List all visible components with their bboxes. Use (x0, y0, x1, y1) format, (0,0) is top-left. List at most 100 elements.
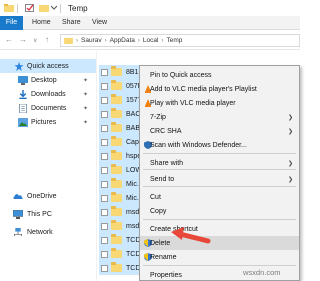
menu-item-rename[interactable]: Rename (140, 250, 299, 264)
forward-arrow-icon[interactable]: → (19, 35, 27, 44)
row-checkbox[interactable] (101, 124, 108, 132)
folder-icon (111, 66, 122, 76)
menu-item-scan-with-windows-defender[interactable]: Scan with Windows Defender... (140, 138, 299, 152)
row-checkbox[interactable] (101, 138, 108, 146)
tab-home[interactable]: Home (32, 16, 51, 30)
title-separator-2 (60, 3, 61, 13)
download-icon (19, 89, 27, 99)
folder-icon (111, 94, 122, 104)
breadcrumb-chevron-icon[interactable]: › (161, 38, 163, 44)
pin-icon: ✦ (83, 119, 89, 126)
breadcrumb-local[interactable]: Local (143, 37, 159, 44)
breadcrumb-chevron-icon[interactable]: › (138, 38, 140, 44)
network-icon (14, 227, 22, 236)
pin-icon: ✦ (83, 77, 89, 84)
tab-share[interactable]: Share (62, 16, 81, 30)
menu-item-pin-to-quick-access[interactable]: Pin to Quick access (140, 68, 299, 82)
new-folder-icon[interactable] (39, 4, 49, 12)
menu-item-add-to-vlc-media-player-s-playlist[interactable]: Add to VLC media player's Playlist (140, 82, 299, 96)
nav-label-pictures: Pictures (31, 118, 57, 126)
folder-icon (111, 262, 122, 272)
folder-icon (111, 136, 122, 146)
navigation-pane: Quick access Desktop ✦ Downloads ✦ Docum… (0, 51, 96, 281)
row-checkbox[interactable] (101, 222, 108, 230)
address-row: ← → ∨ ↑ › Saurav › AppData › Local › Tem… (0, 30, 300, 50)
menu-separator (143, 153, 296, 154)
watermark: wsxdn.com (243, 268, 281, 277)
folder-icon (111, 234, 122, 244)
nav-item-documents[interactable]: Documents ✦ (0, 101, 96, 115)
row-checkbox[interactable] (101, 250, 108, 258)
row-checkbox[interactable] (101, 264, 108, 272)
breadcrumb-chevron-icon[interactable]: › (76, 38, 78, 44)
pin-icon: ✦ (83, 105, 89, 112)
menu-item-label: Add to VLC media player's Playlist (150, 85, 257, 93)
menu-item-label: Scan with Windows Defender... (150, 141, 247, 149)
menu-item-share-with[interactable]: Share with ❯ (140, 156, 299, 170)
cloud-icon (13, 193, 23, 199)
folder-icon (111, 220, 122, 230)
row-checkbox[interactable] (101, 152, 108, 160)
title-separator (17, 3, 18, 13)
breadcrumb-appdata[interactable]: AppData (110, 37, 135, 44)
folder-icon (111, 178, 122, 188)
row-checkbox[interactable] (101, 96, 108, 104)
folder-icon (111, 206, 122, 216)
nav-item-quick-access[interactable]: Quick access (0, 59, 96, 73)
window-title: Temp (68, 3, 88, 13)
menu-item-crc-sha[interactable]: CRC SHA ❯ (140, 124, 299, 138)
menu-item-play-with-vlc-media-player[interactable]: Play with VLC media player (140, 96, 299, 110)
ribbon-tabs: File Home Share View (0, 16, 300, 30)
tab-file[interactable]: File (0, 16, 23, 30)
folder-icon (111, 122, 122, 132)
quick-access-toolbar-dropdown-icon[interactable] (51, 5, 57, 11)
up-arrow-icon[interactable]: ↑ (45, 35, 49, 44)
menu-item-label: 7-Zip (150, 113, 166, 121)
recent-dropdown-icon[interactable]: ∨ (33, 37, 37, 44)
address-bar[interactable]: › Saurav › AppData › Local › Temp (60, 34, 300, 47)
pin-icon: ✦ (83, 91, 89, 98)
nav-item-downloads[interactable]: Downloads ✦ (0, 87, 96, 101)
row-checkbox[interactable] (101, 166, 108, 174)
row-checkbox[interactable] (101, 208, 108, 216)
nav-item-this-pc[interactable]: This PC (0, 207, 96, 221)
folder-icon (4, 4, 14, 12)
menu-item-7-zip[interactable]: 7-Zip ❯ (140, 110, 299, 124)
submenu-arrow-icon: ❯ (287, 114, 293, 121)
menu-item-label: Properties (150, 271, 182, 279)
menu-item-label: Pin to Quick access (150, 71, 212, 79)
row-checkbox[interactable] (101, 68, 108, 76)
menu-item-label: Rename (150, 253, 177, 261)
breadcrumb-chevron-icon[interactable]: › (105, 38, 107, 44)
context-menu: Pin to Quick access Add to VLC media play… (139, 65, 300, 281)
nav-item-pictures[interactable]: Pictures ✦ (0, 115, 96, 129)
row-checkbox[interactable] (101, 110, 108, 118)
nav-label-downloads: Downloads (31, 90, 66, 98)
menu-separator (143, 169, 296, 170)
row-checkbox[interactable] (101, 82, 108, 90)
menu-separator (143, 219, 296, 220)
menu-item-create-shortcut[interactable]: Create shortcut (140, 222, 299, 236)
tab-view[interactable]: View (92, 16, 107, 30)
row-checkbox[interactable] (101, 180, 108, 188)
properties-check-icon[interactable] (25, 4, 35, 12)
menu-item-cut[interactable]: Cut (140, 190, 299, 204)
menu-item-label: Copy (150, 207, 167, 215)
menu-item-send-to[interactable]: Send to ❯ (140, 172, 299, 186)
star-icon (14, 61, 24, 71)
nav-item-onedrive[interactable]: OneDrive (0, 189, 96, 203)
menu-item-label: Play with VLC media player (150, 99, 236, 107)
menu-item-copy[interactable]: Copy (140, 204, 299, 218)
nav-item-network[interactable]: Network (0, 225, 96, 239)
menu-item-label: Cut (150, 193, 161, 201)
row-checkbox[interactable] (101, 194, 108, 202)
breadcrumb-saurav[interactable]: Saurav (81, 37, 102, 44)
menu-item-label: Share with (150, 159, 184, 167)
nav-item-desktop[interactable]: Desktop ✦ (0, 73, 96, 87)
back-arrow-icon[interactable]: ← (5, 35, 13, 44)
menu-separator (143, 186, 296, 187)
row-checkbox[interactable] (101, 236, 108, 244)
breadcrumb-temp[interactable]: Temp (166, 37, 182, 44)
submenu-arrow-icon: ❯ (287, 128, 293, 135)
menu-item-delete[interactable]: Delete (140, 236, 299, 250)
